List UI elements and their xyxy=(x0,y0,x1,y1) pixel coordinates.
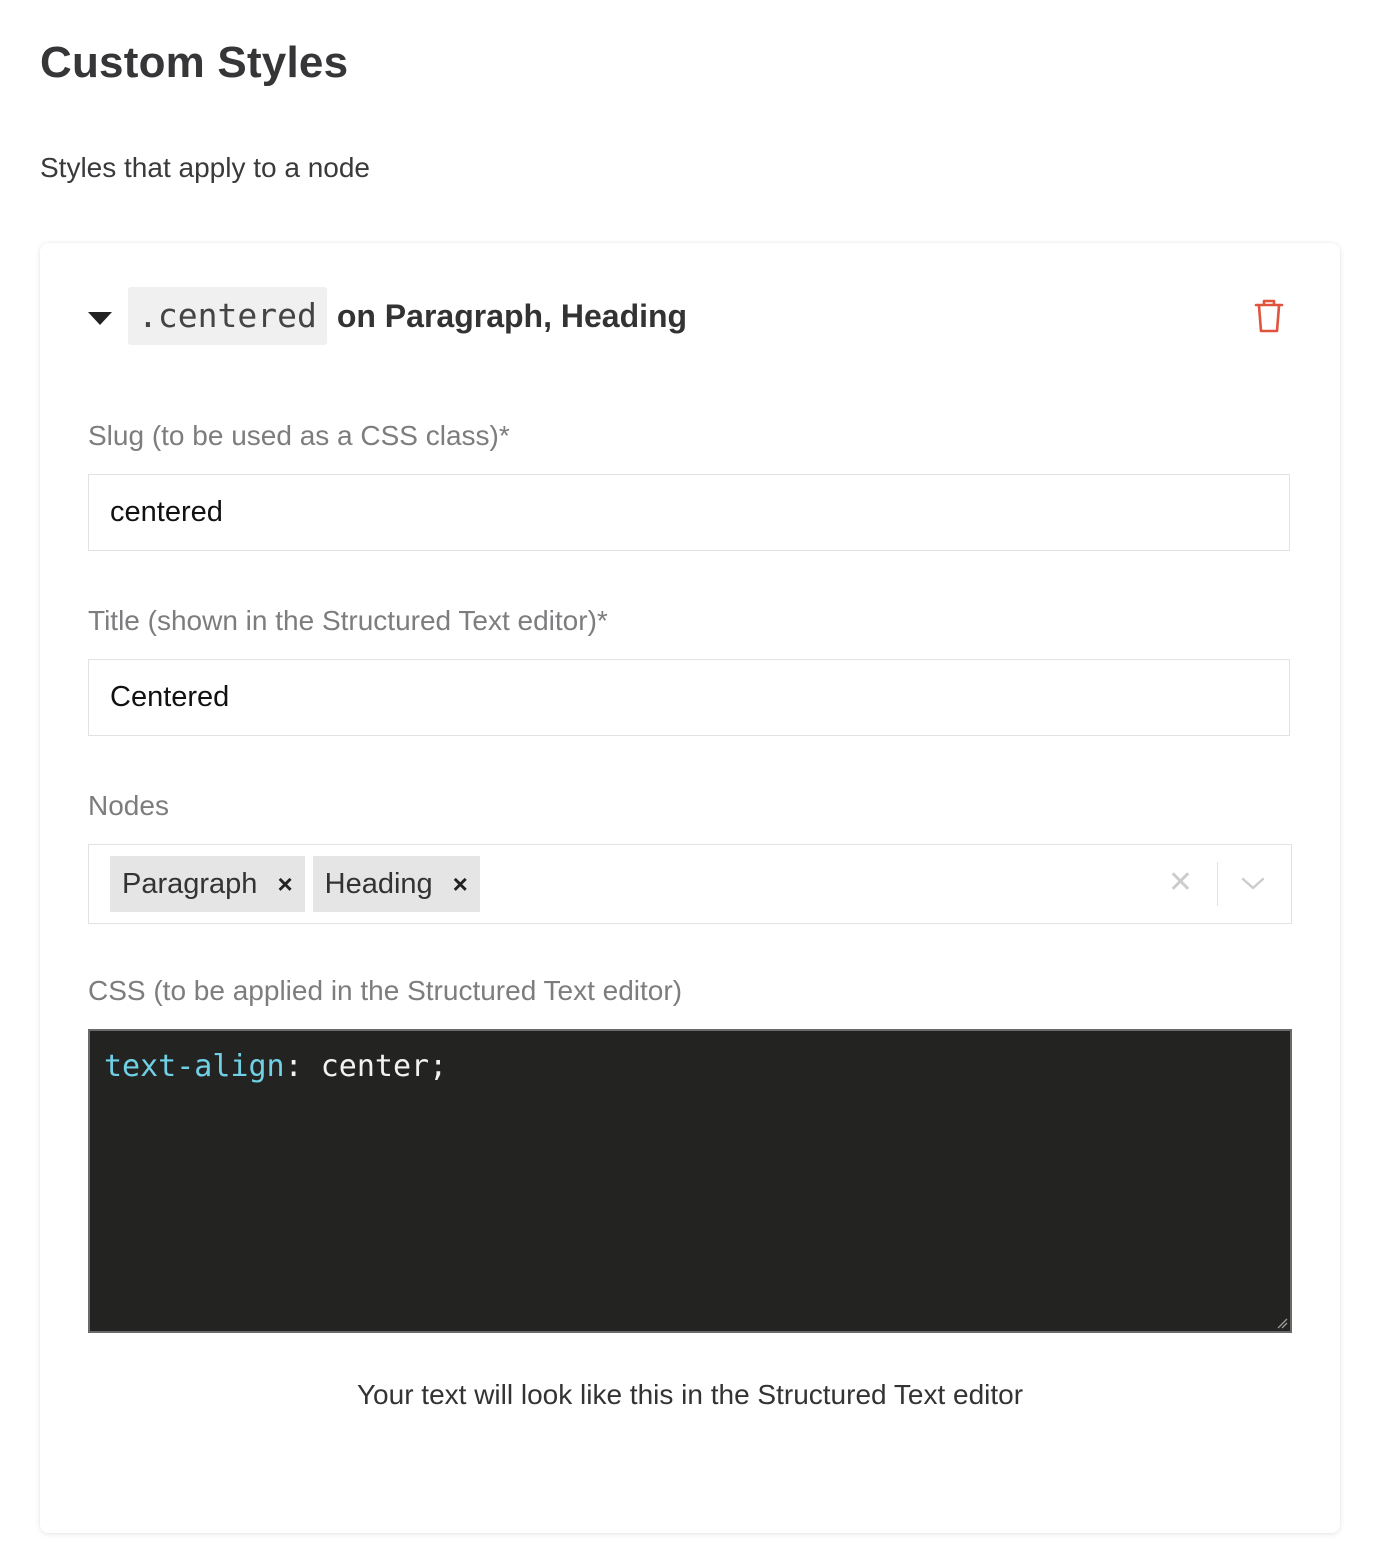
slug-label: Slug (to be used as a CSS class)* xyxy=(88,420,510,451)
title-label: Title (shown in the Structured Text edit… xyxy=(88,605,608,636)
css-code-editor[interactable]: text-align: center; xyxy=(88,1029,1292,1333)
nodes-select[interactable]: Paragraph × Heading × ✕ xyxy=(88,844,1292,924)
nodes-label: Nodes xyxy=(88,790,169,821)
style-preview: Your text will look like this in the Str… xyxy=(356,1379,1024,1410)
trash-icon[interactable] xyxy=(1254,298,1284,334)
page-subtitle: Styles that apply to a node xyxy=(40,152,370,183)
clear-selection-icon[interactable]: ✕ xyxy=(1168,865,1193,900)
custom-style-card: .centered on Paragraph, Heading Slug (to… xyxy=(40,243,1340,1533)
title-input[interactable]: Centered xyxy=(88,659,1290,736)
applies-to-text: on Paragraph, Heading xyxy=(336,297,688,334)
chevron-down-icon[interactable] xyxy=(1239,869,1267,897)
node-tag-heading: Heading × xyxy=(312,856,480,912)
page-title: Custom Styles xyxy=(40,38,349,87)
node-tag-label: Paragraph xyxy=(122,867,258,900)
css-label: CSS (to be applied in the Structured Tex… xyxy=(88,975,683,1006)
css-value: center; xyxy=(320,1049,448,1084)
node-tag-label: Heading xyxy=(324,867,433,900)
remove-heading-button[interactable]: × xyxy=(453,869,468,900)
css-separator: : xyxy=(284,1049,321,1084)
css-property: text-align xyxy=(104,1049,285,1084)
caret-down-icon[interactable] xyxy=(88,311,112,325)
select-separator xyxy=(1217,862,1218,906)
remove-paragraph-button[interactable]: × xyxy=(277,869,292,900)
card-header[interactable]: .centered on Paragraph, Heading xyxy=(88,286,1292,346)
resize-handle-icon[interactable] xyxy=(1276,1317,1288,1329)
slug-chip: .centered xyxy=(128,287,327,345)
node-tag-paragraph: Paragraph × xyxy=(110,856,305,912)
slug-input[interactable]: centered xyxy=(88,474,1290,551)
